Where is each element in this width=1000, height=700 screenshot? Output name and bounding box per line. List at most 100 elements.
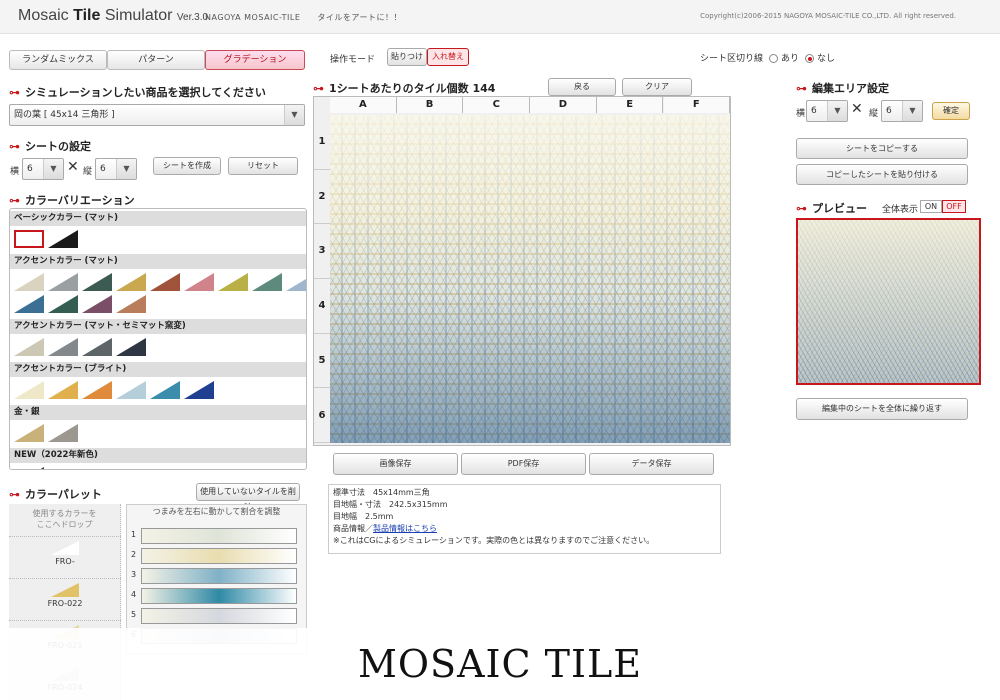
save-data-button[interactable]: データ保存 [589,453,714,475]
color-swatch[interactable] [48,338,78,356]
grid-column-header: E [596,97,664,113]
full-view-off-button[interactable]: OFF [942,200,966,213]
grid-row-header: 4 [314,279,330,334]
tile-triangle-icon [48,424,78,442]
info-joint: 目地幅 2.5mm [333,512,394,521]
color-group-header: アクセントカラー (マット) [10,254,306,269]
tab-gradation[interactable]: グラデーション [205,50,305,70]
color-swatch[interactable] [286,273,306,291]
color-swatch[interactable] [14,338,44,356]
tile-triangle-icon [48,230,78,248]
color-swatch[interactable] [116,295,146,313]
tile-triangle-icon [48,338,78,356]
divider-off-radio[interactable] [805,54,815,63]
save-image-button[interactable]: 画像保存 [333,453,458,475]
color-swatch[interactable] [150,273,180,291]
palette-chip[interactable]: FRO-022 [9,578,121,614]
color-swatch[interactable] [82,295,112,313]
color-swatch[interactable] [48,295,78,313]
preview-canvas [796,218,981,385]
tile-triangle-icon [218,273,248,291]
repeat-sheet-button[interactable]: 編集中のシートを全体に繰り返す [796,398,968,420]
ratio-slider-row[interactable]: 5 [131,607,303,625]
color-swatch[interactable] [116,338,146,356]
color-swatch[interactable] [82,338,112,356]
ratio-slider-track[interactable] [141,548,297,564]
mode-paste-button[interactable]: 貼りつけ [387,48,427,66]
color-swatch[interactable] [48,273,78,291]
tile-triangle-icon [286,273,306,291]
full-view-on-button[interactable]: ON [920,200,942,213]
color-swatch[interactable] [48,381,78,399]
delete-unused-button[interactable]: 使用していないタイルを削除 [196,483,300,512]
confirm-button[interactable]: 確定 [932,102,970,120]
edit-height-select[interactable]: 6 ▼ [881,100,923,122]
tile-triangle-icon [116,273,146,291]
divider-radio-group: シート区切り線 あり なし [700,54,836,64]
footer-banner: MOSAIC TILE [0,628,1000,700]
color-swatch[interactable] [14,273,44,291]
product-info-link[interactable]: 製品情報はこちら [373,524,437,533]
ratio-slider-track[interactable] [141,528,297,544]
palette-chip[interactable]: FRO- [9,536,121,572]
tile-triangle-icon [116,295,146,313]
edit-area-title: ⊶ 編集エリア設定 [796,82,889,95]
reset-button[interactable]: リセット [228,157,298,175]
chip-code: FRO-022 [47,599,83,608]
color-swatch[interactable] [150,381,180,399]
color-swatch[interactable] [82,381,112,399]
ratio-slider-track[interactable] [141,608,297,624]
color-swatch[interactable] [82,273,112,291]
edit-width-select[interactable]: 6 ▼ [806,100,848,122]
color-swatch[interactable] [116,381,146,399]
color-swatch[interactable] [252,273,282,291]
color-swatch[interactable] [116,273,146,291]
palette-section-title: ⊶ カラーパレット [9,488,102,501]
tile-triangle-icon [51,583,79,597]
tile-triangle-icon [14,338,44,356]
paste-sheet-button[interactable]: コピーしたシートを貼り付ける [796,164,968,185]
divider-on-radio[interactable] [769,54,779,63]
color-swatch[interactable] [14,295,44,313]
slider-row-number: 5 [131,610,137,619]
color-swatch[interactable] [218,273,248,291]
copy-sheet-button[interactable]: シートをコピーする [796,138,968,159]
color-swatch[interactable] [184,273,214,291]
edit-width-label: 横 [796,109,806,119]
color-swatch[interactable] [48,230,78,248]
ratio-slider-row[interactable]: 2 [131,547,303,565]
ratio-slider-row[interactable]: 4 [131,587,303,605]
ratio-slider-row[interactable]: 3 [131,567,303,585]
clear-button[interactable]: クリア [622,78,692,96]
mosaic-canvas[interactable] [330,115,730,443]
sheet-height-select[interactable]: 6 ▼ [95,158,137,180]
tab-pattern[interactable]: パターン [107,50,205,70]
sheet-width-select[interactable]: 6 ▼ [22,158,64,180]
color-swatch[interactable] [14,467,44,469]
color-group-header: アクセントカラー (マット・セミマット窯変) [10,319,306,334]
ratio-slider-row[interactable]: 1 [131,527,303,545]
tile-triangle-icon [82,273,112,291]
create-sheet-button[interactable]: シートを作成 [153,157,221,175]
edit-height-label: 縦 [869,109,879,119]
product-select[interactable]: 岡の葉 [ 45x14 三角形 ] ▼ [9,104,305,126]
tile-triangle-icon [51,541,79,555]
color-swatch[interactable] [48,424,78,442]
footer-title: MOSAIC TILE [357,642,643,686]
grid-row-header: 1 [314,115,330,170]
ratio-slider-track[interactable] [141,568,297,584]
tab-random-mix[interactable]: ランダムミックス [9,50,107,70]
product-section-title: ⊶ シミュレーションしたい商品を選択してください [9,86,266,99]
tile-triangle-icon [150,381,180,399]
color-swatch[interactable] [14,381,44,399]
undo-button[interactable]: 戻る [548,78,616,96]
color-swatch[interactable] [184,381,214,399]
tile-triangle-icon [82,338,112,356]
color-group-header: NEW（2022年新色) [10,448,306,463]
mode-swap-button[interactable]: 入れ替え [427,48,469,66]
color-swatch[interactable] [14,230,44,248]
save-pdf-button[interactable]: PDF保存 [461,453,586,475]
ratio-slider-track[interactable] [141,588,297,604]
color-swatch[interactable] [14,424,44,442]
tile-triangle-icon [14,273,44,291]
